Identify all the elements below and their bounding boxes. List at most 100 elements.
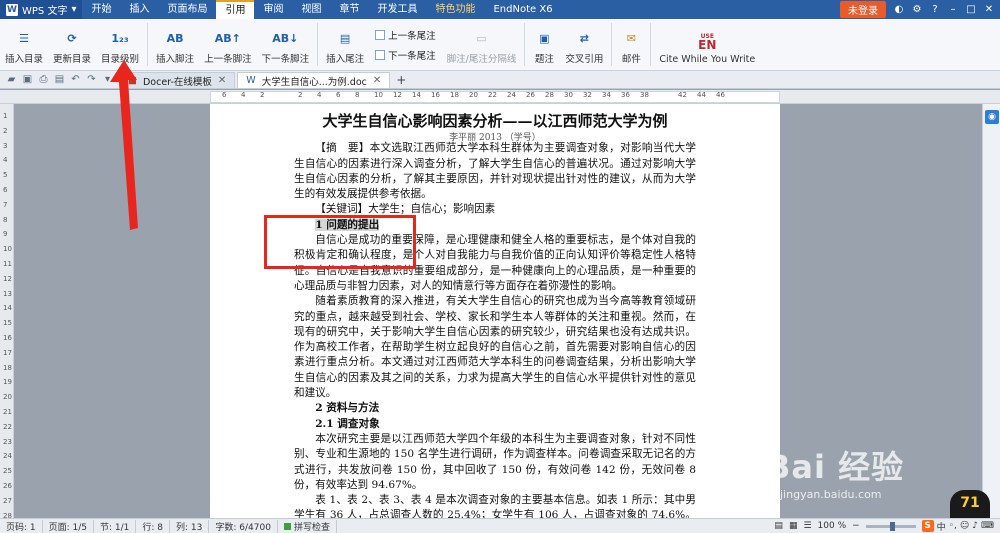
close-icon[interactable]: ✕ (984, 4, 994, 15)
prev-footnote-button[interactable]: AB↑ 上一条脚注 (199, 19, 257, 70)
footnote-separator-button[interactable]: ▭ 脚注/尾注分隔线 (442, 19, 522, 70)
tab-page-layout[interactable]: 页面布局 (158, 0, 216, 19)
app-menu-button[interactable]: W WPS 文字 ▾ (0, 0, 83, 19)
print-preview-icon[interactable]: ▤ (54, 74, 65, 85)
vruler-tick: 22 (3, 422, 12, 431)
vruler-tick: 16 (3, 334, 12, 342)
ime-mode-icon[interactable]: 中 (937, 520, 946, 533)
ruler-tick: 4 (317, 91, 322, 99)
new-tab-button[interactable]: + (392, 72, 410, 88)
vruler-tick: 17 (3, 348, 12, 357)
vruler-tick: 15 (3, 319, 12, 328)
status-pages[interactable]: 页面: 1/5 (43, 519, 95, 533)
ime-toolbar: S 中 ◦, ☺ ♪ ⌨ (921, 520, 994, 533)
menu-bar: W WPS 文字 ▾ 开始 插入 页面布局 引用 审阅 视图 章节 开发工具 特… (0, 0, 1000, 19)
ruler-tick: 18 (450, 91, 459, 99)
update-toc-label: 更新目录 (53, 54, 92, 65)
skin-icon[interactable]: ◐ (894, 4, 904, 15)
ruler-tick: 24 (507, 91, 516, 99)
settings-icon[interactable]: ⚙ (912, 4, 922, 15)
sogou-ime-icon[interactable]: S (921, 520, 934, 532)
ruler-tick: 2 (298, 91, 303, 99)
zoom-level[interactable]: 100 % (818, 521, 847, 531)
vruler-tick: 23 (3, 437, 12, 446)
close-tab-icon[interactable]: ✕ (218, 75, 226, 86)
tab-document[interactable]: W 大学生自信心...为例.doc ✕ (237, 72, 391, 88)
ruler-tick: 10 (374, 91, 383, 99)
tab-view[interactable]: 视图 (292, 0, 330, 19)
maximize-icon[interactable]: □ (966, 4, 976, 15)
document-page[interactable]: 大学生自信心影响因素分析——以江西师范大学为例 李平丽 2013 （学号） 【摘… (210, 104, 780, 518)
redo-icon[interactable]: ↷ (86, 74, 97, 85)
location-pin-icon[interactable]: ◉ (985, 110, 999, 124)
cross-reference-button[interactable]: ⇄ 交叉引用 (560, 19, 608, 70)
floating-speed-badge[interactable]: 71 (950, 490, 990, 518)
next-footnote-button[interactable]: AB↓ 下一条脚注 (257, 19, 315, 70)
caption-button[interactable]: ▣ 题注 (528, 19, 560, 70)
zoom-out-icon[interactable]: − (852, 521, 860, 531)
ruler-tick: 6 (336, 91, 341, 99)
view-mode-icon[interactable]: ▤ (774, 521, 783, 531)
ime-mic-icon[interactable]: ♪ (972, 521, 978, 531)
separator-icon: ▭ (476, 31, 487, 45)
zoom-slider[interactable] (865, 521, 916, 531)
endnote-icon: ▤ (339, 31, 351, 45)
vruler-tick: 10 (3, 245, 12, 254)
tab-start[interactable]: 开始 (82, 0, 120, 19)
zoom-slider-thumb[interactable] (890, 521, 896, 531)
app-name: WPS 文字 (22, 6, 68, 17)
tab-special[interactable]: 特色功能 (426, 0, 484, 19)
body-paragraph: 随着素质教育的深入推进，有关大学生自信心的研究也成为当今高等教育领域研究的重点，… (294, 295, 696, 400)
vruler-tick: 19 (3, 378, 12, 387)
outline-view-icon[interactable]: ☰ (803, 521, 811, 531)
cite-while-you-write-button[interactable]: USE EN Cite While You Write (654, 19, 760, 70)
ime-punct-icon[interactable]: ◦, (949, 521, 957, 531)
tab-endnote[interactable]: EndNote X6 (484, 0, 561, 19)
vruler-tick: 25 (3, 467, 12, 476)
prev-footnote-icon: AB↑ (214, 31, 241, 45)
spell-check-toggle[interactable]: 拼写检查 (278, 519, 337, 533)
vruler-tick: 14 (3, 304, 12, 313)
login-button[interactable]: 未登录 (840, 1, 886, 18)
ime-emoji-icon[interactable]: ☺ (960, 521, 969, 531)
ime-keyboard-icon[interactable]: ⌨ (981, 521, 994, 531)
refresh-toc-icon: ⟳ (67, 31, 77, 45)
undo-icon[interactable]: ↶ (70, 74, 81, 85)
vruler-tick: 26 (3, 482, 12, 490)
section-heading-2: 2 资料与方法 (315, 402, 380, 415)
tab-section[interactable]: 章节 (330, 0, 368, 19)
status-section: 节: 1/1 (94, 519, 137, 533)
status-words[interactable]: 字数: 6/4700 (209, 519, 278, 533)
insert-footnote-label: 插入脚注 (156, 54, 195, 65)
body-paragraph: 本次研究主要是以江西师范大学四个年级的本科生为主要调查对象，针对不同性别、专业和… (294, 432, 696, 491)
divider (317, 23, 319, 66)
caption-icon: ▣ (539, 31, 550, 45)
tab-insert[interactable]: 插入 (120, 0, 158, 19)
next-footnote-icon: AB↓ (272, 31, 299, 45)
help-icon[interactable]: ? (930, 4, 940, 15)
next-endnote-button[interactable]: 下一条尾注 (375, 48, 436, 62)
insert-endnote-button[interactable]: ▤ 插入尾注 (321, 19, 369, 70)
minimize-icon[interactable]: – (948, 4, 958, 15)
next-footnote-label: 下一条脚注 (261, 54, 310, 65)
print-icon[interactable]: ⎙ (38, 74, 49, 85)
caption-label: 题注 (534, 54, 554, 65)
ruler-tick: 38 (640, 91, 649, 99)
mail-button[interactable]: ✉ 邮件 (615, 19, 647, 70)
web-view-icon[interactable]: ▦ (789, 521, 798, 531)
tab-review[interactable]: 审阅 (254, 0, 292, 19)
vertical-ruler[interactable]: 1 2 3 4 5 6 7 8 9 10 11 12 13 14 15 16 17 18 19 20 21 22 23 24 2… (0, 104, 14, 520)
spell-check-icon (283, 522, 291, 530)
tab-references[interactable]: 引用 (216, 0, 255, 19)
endnote-en-icon: USE EN (696, 31, 718, 51)
spell-check-label: 拼写检查 (293, 522, 330, 533)
ruler-tick: 28 (545, 91, 554, 99)
open-folder-icon[interactable]: ▰ (6, 74, 17, 85)
update-toc-button[interactable]: ⟳ 更新目录 (48, 19, 96, 70)
prev-endnote-button[interactable]: 上一条尾注 (375, 28, 436, 42)
tab-developer[interactable]: 开发工具 (368, 0, 426, 19)
prev-endnote-label: 上一条尾注 (388, 30, 436, 42)
close-tab-icon[interactable]: ✕ (373, 75, 381, 86)
insert-toc-button[interactable]: ☰ 插入目录 (0, 19, 48, 70)
save-icon[interactable]: ▣ (22, 74, 33, 85)
